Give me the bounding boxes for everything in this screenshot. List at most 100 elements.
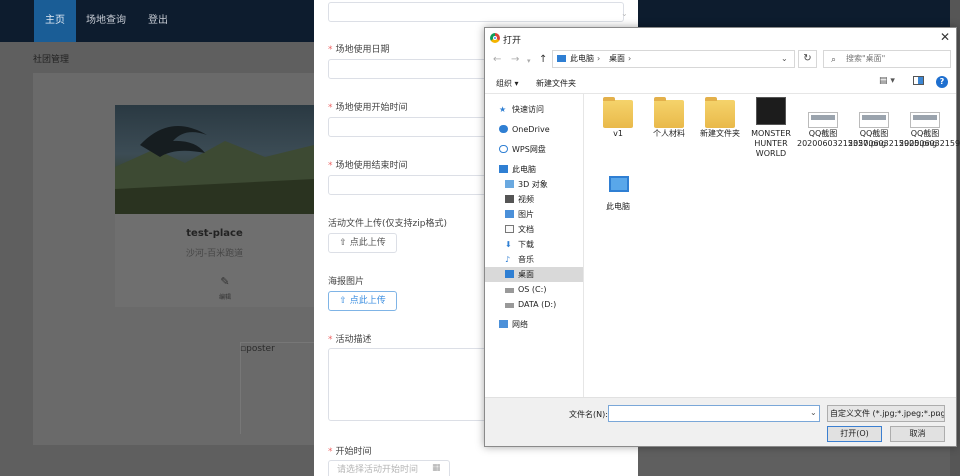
toolbar-divider: [485, 93, 956, 94]
chevron-right-icon[interactable]: ›: [628, 51, 631, 67]
download-icon: ⬇: [505, 240, 512, 249]
refresh-icon[interactable]: ↻: [798, 50, 817, 68]
nav-3d-objects[interactable]: 3D 对象: [485, 177, 583, 192]
recent-dropdown-icon[interactable]: ▾: [527, 57, 531, 65]
picture-icon: [505, 210, 514, 218]
folder-icon[interactable]: [603, 97, 633, 128]
poster-alt-text: ▫poster: [240, 344, 275, 354]
folder-icon[interactable]: [654, 97, 684, 128]
cloud-icon: [499, 125, 508, 133]
back-arrow-icon[interactable]: ←: [493, 54, 501, 65]
search-icon: ⌕: [831, 55, 837, 65]
document-icon: [505, 225, 514, 233]
nav-drive-c[interactable]: OS (C:): [485, 282, 583, 297]
cancel-button[interactable]: 取消: [890, 426, 945, 442]
drive-icon: [505, 288, 514, 293]
help-icon[interactable]: ?: [936, 76, 948, 88]
chevron-down-icon[interactable]: ⌄: [810, 408, 817, 417]
computer-icon: [557, 55, 566, 62]
edit-icon[interactable]: ✎: [215, 275, 235, 288]
nav-onedrive[interactable]: OneDrive: [485, 122, 583, 137]
poster-alt-label: poster: [246, 344, 275, 354]
nav-documents[interactable]: 文档: [485, 222, 583, 237]
nav-downloads[interactable]: ⬇ 下载: [485, 237, 583, 252]
description-label: * 活动描述: [328, 335, 372, 345]
poster-upload-button[interactable]: ⇧ 点此上传: [328, 291, 397, 311]
chevron-down-icon: ⌄: [621, 9, 628, 18]
address-segment-desktop[interactable]: 桌面: [609, 51, 625, 67]
nav-desktop[interactable]: 桌面: [485, 267, 583, 282]
cloud-outline-icon: [499, 145, 508, 153]
nav-home[interactable]: 主页: [34, 0, 76, 42]
nav-logout[interactable]: 登出: [143, 0, 173, 42]
poster-label: 海报图片: [328, 277, 365, 287]
music-icon: ♪: [505, 255, 511, 264]
edit-label[interactable]: 编辑: [210, 292, 240, 301]
nav-venue-query[interactable]: 场地查询: [82, 0, 130, 42]
venue-card-title: test-place: [186, 228, 243, 239]
chevron-right-icon[interactable]: ›: [597, 51, 600, 67]
open-button[interactable]: 打开(O): [827, 426, 882, 442]
image-file-icon[interactable]: [910, 112, 940, 128]
drive-icon: [505, 303, 514, 308]
poster-image: [240, 342, 320, 434]
pane-divider: [583, 94, 584, 397]
view-options-icon[interactable]: ▤ ▾: [879, 76, 895, 86]
file-item-label[interactable]: MONSTER HUNTER WORLD: [745, 129, 797, 159]
search-input[interactable]: ⌕ 搜索"桌面": [823, 50, 951, 68]
chrome-icon-center: [493, 36, 497, 40]
folder-icon[interactable]: [705, 97, 735, 128]
file-type-value: 自定义文件 (*.jpg;*.jpeg;*.png): [830, 409, 945, 418]
close-icon[interactable]: ✕: [940, 30, 950, 44]
file-type-select[interactable]: 自定义文件 (*.jpg;*.jpeg;*.png) ⌄: [827, 405, 945, 422]
file-item-label[interactable]: QQ截图20200603215905.png: [848, 129, 937, 149]
nav-wps[interactable]: WPS网盘: [485, 142, 583, 157]
nav-music[interactable]: ♪ 音乐: [485, 252, 583, 267]
desktop-icon: [505, 270, 514, 278]
begin-time-label: * 开始时间: [328, 447, 372, 457]
end-time-field-label: * 场地使用结束时间: [328, 161, 408, 171]
game-shortcut-icon[interactable]: [756, 97, 786, 125]
nav-quick-access[interactable]: ★ 快速访问: [485, 102, 583, 117]
select-field[interactable]: ⌄: [328, 2, 628, 22]
chevron-down-icon: ⌄: [934, 409, 941, 418]
nav-videos[interactable]: 视频: [485, 192, 583, 207]
breadcrumb: 社团管理: [33, 55, 70, 65]
video-icon: [505, 195, 514, 203]
preview-pane-icon-fill: [918, 77, 923, 84]
file-item-label[interactable]: QQ截图20200603215357.png: [797, 129, 886, 149]
file-item-label[interactable]: 此电脑: [592, 202, 644, 212]
cube-icon: [505, 180, 514, 188]
file-item-label[interactable]: 新建文件夹: [694, 129, 746, 139]
address-segment-pc[interactable]: 此电脑: [570, 51, 594, 67]
nav-pictures[interactable]: 图片: [485, 207, 583, 222]
date-label: * 场地使用日期: [328, 45, 390, 55]
file-item-label[interactable]: 个人材料: [643, 129, 695, 139]
organize-menu[interactable]: 组织 ▾: [496, 78, 519, 89]
network-icon: [499, 320, 508, 328]
address-bar[interactable]: 此电脑 › 桌面 › ⌄: [552, 50, 795, 68]
search-placeholder: 搜索"桌面": [846, 54, 886, 63]
dialog-title: 打开: [503, 36, 522, 46]
nav-network[interactable]: 网络: [485, 317, 583, 332]
image-file-icon[interactable]: [808, 112, 838, 128]
forward-arrow-icon[interactable]: →: [511, 54, 519, 65]
image-file-icon[interactable]: [859, 112, 889, 128]
nav-drive-d[interactable]: DATA (D:): [485, 297, 583, 312]
file-name-label: 文件名(N):: [569, 410, 608, 419]
venue-image: [115, 105, 314, 214]
file-item-label[interactable]: QQ截图20200603215947.png: [899, 129, 960, 149]
open-file-dialog: 打开 ✕ ← → ▾ ↑ 此电脑 › 桌面 › ⌄ ↻ ⌕ 搜索"桌面" 组织 …: [484, 27, 960, 447]
chevron-down-icon[interactable]: ⌄: [781, 51, 788, 67]
venue-card-subtitle: 沙河-百米跑道: [185, 249, 244, 259]
nav-this-pc[interactable]: 此电脑: [485, 162, 583, 177]
new-folder-button[interactable]: 新建文件夹: [536, 78, 576, 89]
up-arrow-icon[interactable]: ↑: [539, 54, 547, 65]
upload-icon: ⇧: [339, 238, 350, 248]
file-upload-button[interactable]: ⇧ 点此上传: [328, 233, 397, 253]
file-name-input[interactable]: [608, 405, 820, 422]
file-item-label[interactable]: v1: [592, 129, 644, 139]
computer-icon[interactable]: [609, 176, 629, 192]
start-time-field-label: * 场地使用开始时间: [328, 103, 408, 113]
upload-icon: ⇧: [339, 296, 350, 306]
